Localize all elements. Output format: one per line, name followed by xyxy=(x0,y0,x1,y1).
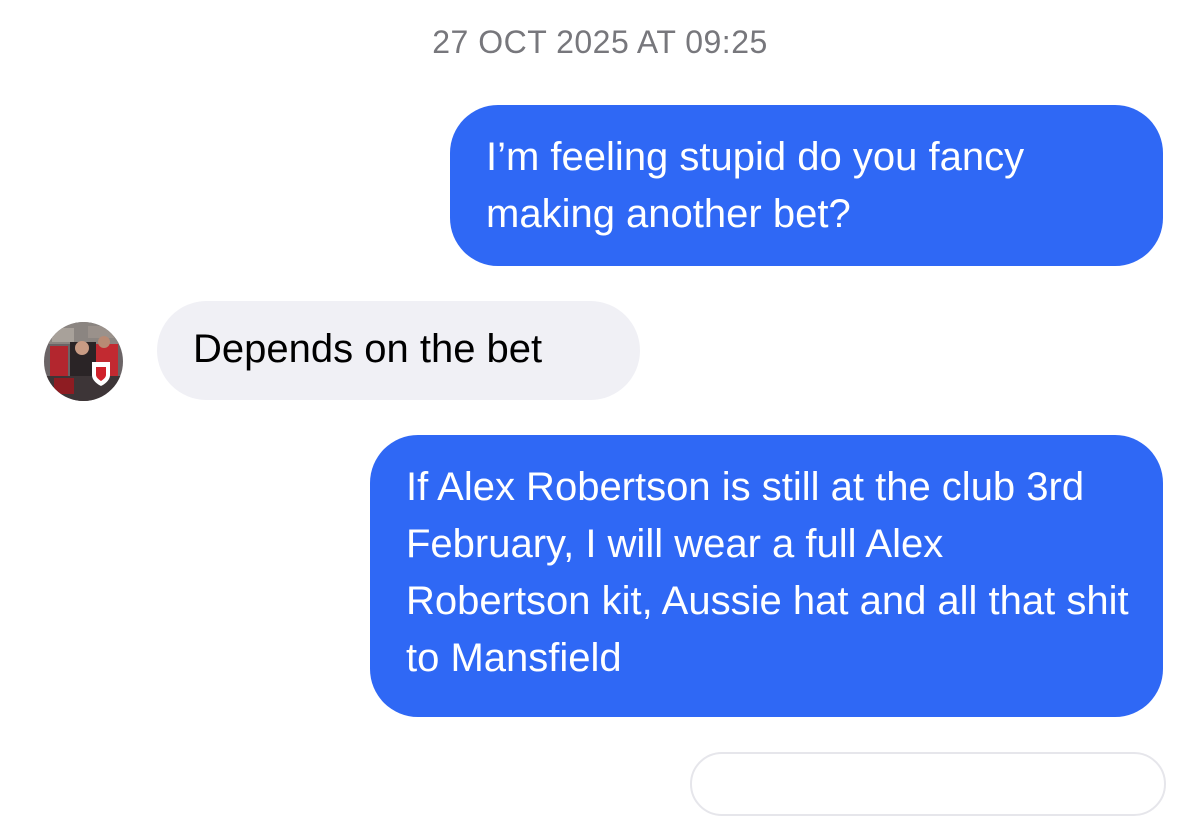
next-message-bubble-partial[interactable] xyxy=(690,752,1166,816)
outgoing-message-bubble[interactable]: I’m feeling stupid do you fancy making a… xyxy=(450,105,1163,266)
outgoing-message-bubble[interactable]: If Alex Robertson is still at the club 3… xyxy=(370,435,1163,717)
incoming-message-bubble[interactable]: Depends on the bet xyxy=(157,301,640,400)
contact-avatar-image xyxy=(44,322,123,401)
contact-avatar[interactable] xyxy=(44,322,123,401)
message-timestamp: 27 OCT 2025 AT 09:25 xyxy=(432,24,768,60)
